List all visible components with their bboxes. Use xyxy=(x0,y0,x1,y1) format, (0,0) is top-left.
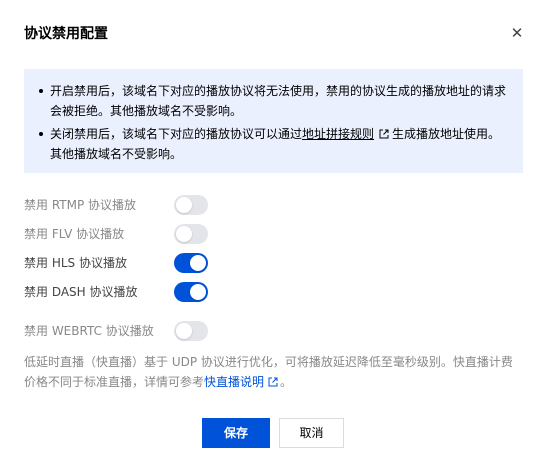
webrtc-description-end: 。 xyxy=(280,375,293,389)
notice-box: 开启禁用后，该域名下对应的播放协议将无法使用，禁用的协议生成的播放地址的请求会被… xyxy=(24,69,523,173)
webrtc-description: 低延时直播（快直播）基于 UDP 协议进行优化，可将播放延迟降低至毫秒级别。快直… xyxy=(24,352,524,392)
toggle-knob xyxy=(190,284,206,300)
bullet-icon xyxy=(39,132,43,136)
protocol-disable-dialog: 协议禁用配置 ✕ 开启禁用后，该域名下对应的播放协议将无法使用，禁用的协议生成的… xyxy=(0,0,546,472)
toggle-knob xyxy=(190,255,206,271)
protocol-label: 禁用 WEBRTC 协议播放 xyxy=(24,324,154,338)
save-button[interactable]: 保存 xyxy=(202,418,270,448)
notice-item-enable: 开启禁用后，该域名下对应的播放协议将无法使用，禁用的协议生成的播放地址的请求会被… xyxy=(36,81,507,121)
rtmp-disable-toggle[interactable] xyxy=(174,195,208,215)
cancel-button[interactable]: 取消 xyxy=(279,418,344,448)
toggle-knob xyxy=(176,226,192,242)
protocol-label: 禁用 FLV 协议播放 xyxy=(24,227,125,241)
notice-item-disable: 关闭禁用后，该域名下对应的播放协议可以通过地址拼接规则 生成播放地址使用。其他播放… xyxy=(36,124,507,164)
toggle-knob xyxy=(176,323,192,339)
url-rule-link[interactable]: 地址拼接规则 xyxy=(302,127,374,141)
notice-item-disable-prefix: 关闭禁用后，该域名下对应的播放协议可以通过 xyxy=(50,127,303,141)
dialog-title: 协议禁用配置 xyxy=(24,26,108,42)
close-icon[interactable]: ✕ xyxy=(508,24,526,42)
external-link-icon[interactable] xyxy=(268,377,278,387)
notice-item-enable-text: 开启禁用后，该域名下对应的播放协议将无法使用，禁用的协议生成的播放地址的请求会被… xyxy=(50,84,507,118)
protocol-row-dash: 禁用 DASH 协议播放 xyxy=(24,282,224,302)
protocol-label: 禁用 RTMP 协议播放 xyxy=(24,198,137,212)
external-link-icon[interactable] xyxy=(379,129,389,139)
fast-live-doc-link[interactable]: 快直播说明 xyxy=(204,375,264,389)
bullet-icon xyxy=(39,89,43,93)
protocol-label: 禁用 DASH 协议播放 xyxy=(24,285,138,299)
flv-disable-toggle[interactable] xyxy=(174,224,208,244)
protocol-label: 禁用 HLS 协议播放 xyxy=(24,256,127,270)
dash-disable-toggle[interactable] xyxy=(174,282,208,302)
webrtc-disable-toggle[interactable] xyxy=(174,321,208,341)
toggle-knob xyxy=(176,197,192,213)
hls-disable-toggle[interactable] xyxy=(174,253,208,273)
protocol-row-hls: 禁用 HLS 协议播放 xyxy=(24,253,224,273)
protocol-row-flv: 禁用 FLV 协议播放 xyxy=(24,224,224,244)
protocol-row-rtmp: 禁用 RTMP 协议播放 xyxy=(24,195,224,215)
protocol-row-webrtc: 禁用 WEBRTC 协议播放 xyxy=(24,321,224,341)
